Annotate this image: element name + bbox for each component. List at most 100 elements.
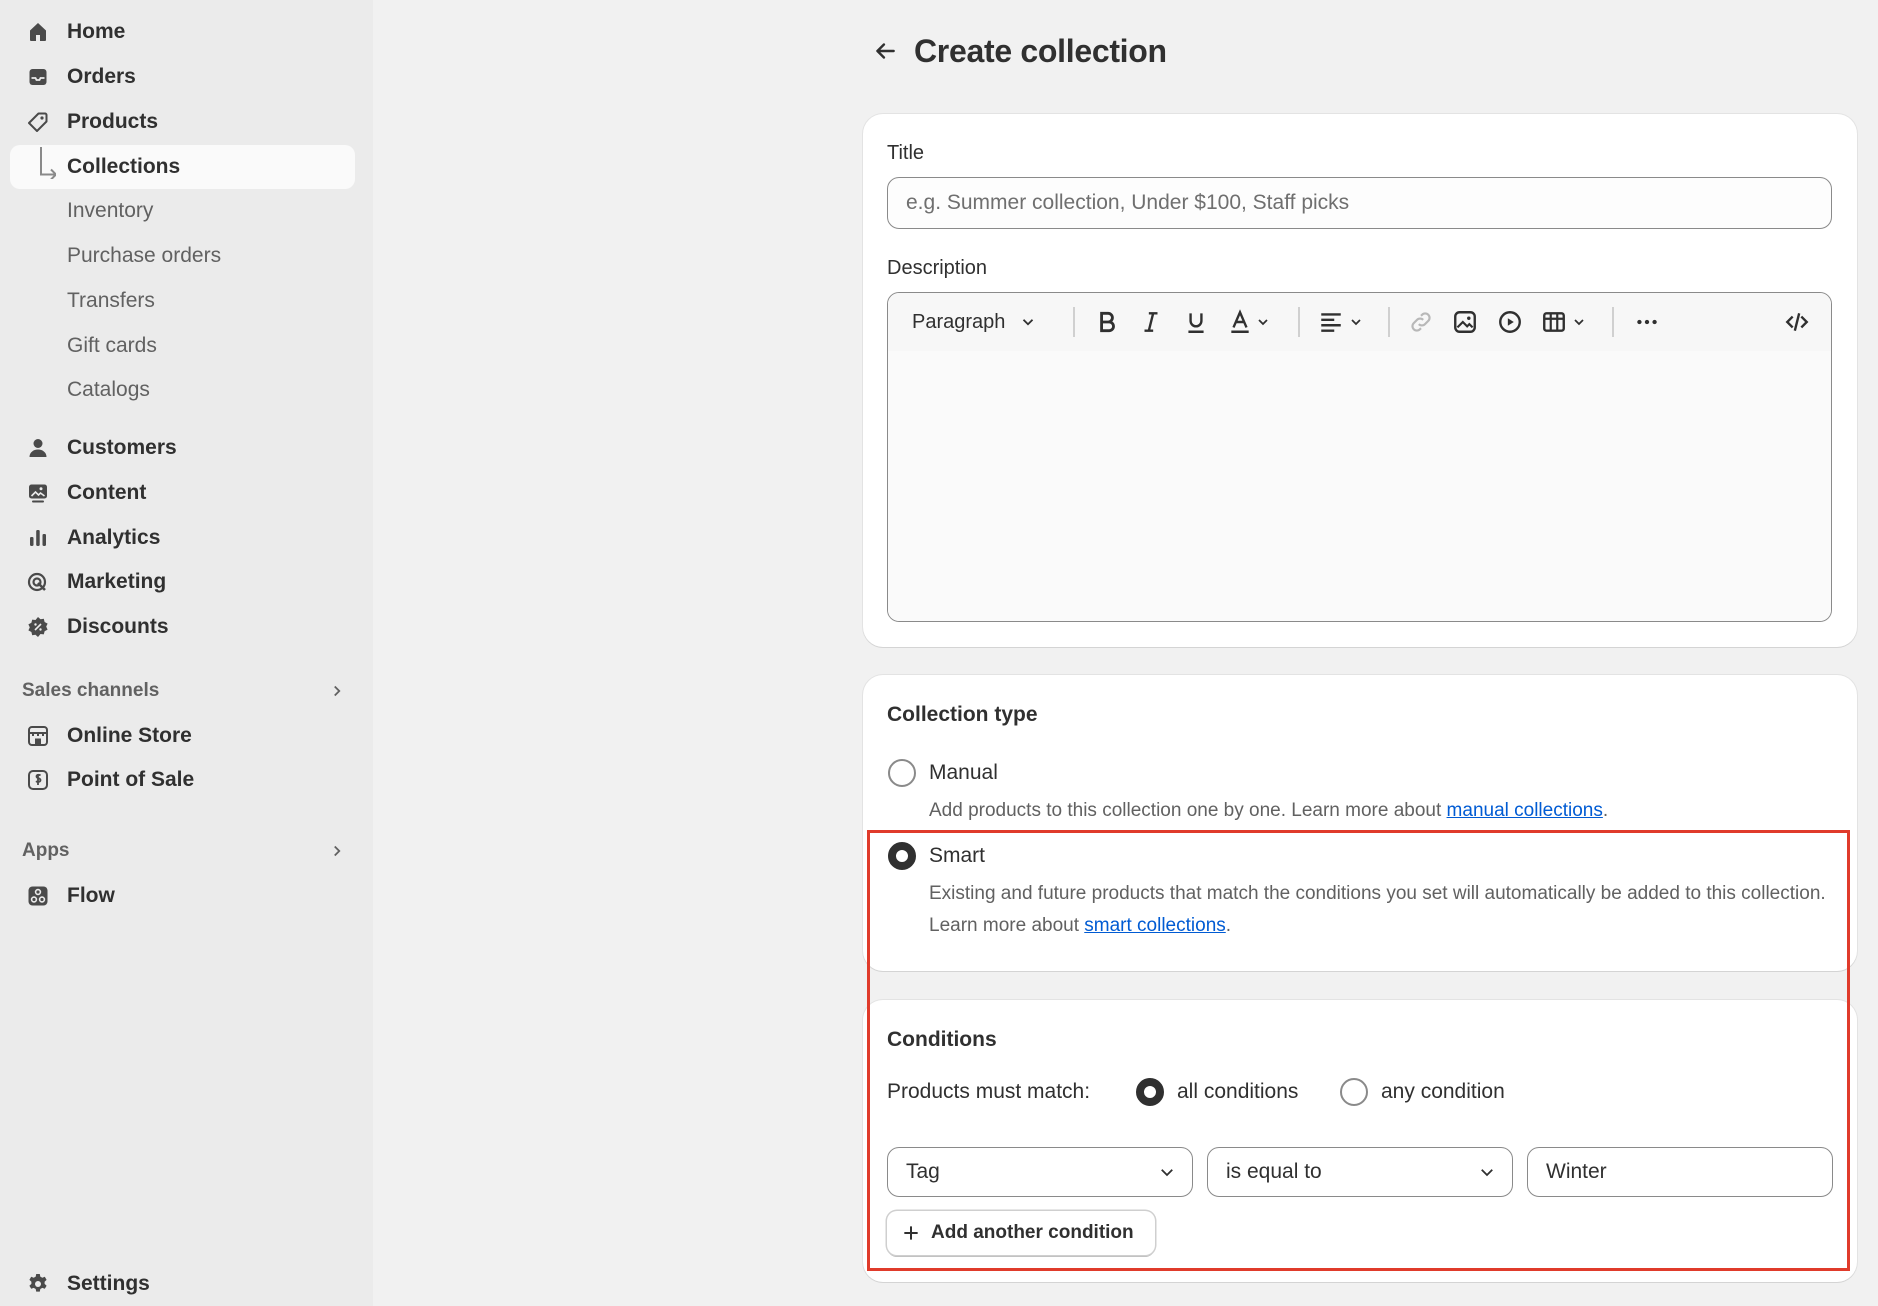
chevron-down-icon bbox=[1161, 1169, 1173, 1177]
sidebar-item-settings[interactable]: Settings bbox=[10, 1262, 355, 1306]
sidebar-item-analytics[interactable]: Analytics bbox=[10, 516, 355, 560]
underline-icon bbox=[1188, 313, 1204, 333]
smart-help-copy: Existing and future products that match … bbox=[929, 883, 1826, 936]
sidebar-item-label: Transfers bbox=[67, 289, 155, 312]
flow-icon bbox=[28, 886, 48, 906]
sidebar-item-label: Inventory bbox=[67, 199, 154, 222]
show-html-button[interactable] bbox=[1783, 307, 1811, 337]
sub-arrow-icon bbox=[40, 147, 56, 179]
sidebar-item-discounts[interactable]: Discounts bbox=[10, 605, 355, 649]
manual-radio[interactable] bbox=[888, 759, 916, 787]
sidebar-item-label: Content bbox=[67, 481, 147, 504]
condition-value-text: Winter bbox=[1546, 1160, 1607, 1183]
more-options-button[interactable] bbox=[1633, 307, 1661, 337]
sidebar-item-label: Discounts bbox=[67, 615, 169, 638]
manual-help-text: Add products to this collection one by o… bbox=[929, 800, 1609, 821]
sidebar-item-label: Home bbox=[67, 20, 126, 43]
sidebar-item-products[interactable]: Products bbox=[10, 100, 355, 144]
align-button[interactable] bbox=[1318, 307, 1364, 337]
bold-button[interactable] bbox=[1094, 307, 1120, 337]
pos-icon bbox=[28, 770, 48, 790]
sidebar-item-transfers[interactable]: Transfers bbox=[10, 279, 355, 323]
text-color-button[interactable] bbox=[1227, 307, 1271, 337]
add-condition-button[interactable]: Add another condition bbox=[887, 1211, 1155, 1255]
toolbar-divider bbox=[1388, 307, 1390, 337]
sidebar-item-collections[interactable]: Collections bbox=[10, 145, 355, 189]
sidebar-item-inventory[interactable]: Inventory bbox=[10, 189, 355, 233]
conditions-title: Conditions bbox=[887, 1028, 997, 1051]
sidebar-item-label: Orders bbox=[67, 65, 136, 88]
back-button[interactable] bbox=[868, 34, 902, 68]
toolbar-divider bbox=[1298, 307, 1300, 337]
title-placeholder: e.g. Summer collection, Under $100, Staf… bbox=[906, 191, 1350, 214]
condition-operator-select[interactable]: is equal to bbox=[1207, 1147, 1513, 1197]
smart-radio[interactable] bbox=[888, 842, 916, 870]
sidebar-item-purchase-orders[interactable]: Purchase orders bbox=[10, 234, 355, 278]
sidebar-item-point-of-sale[interactable]: Point of Sale bbox=[10, 758, 355, 802]
sidebar-item-flow[interactable]: Flow bbox=[10, 874, 355, 918]
arrow-left-icon bbox=[876, 43, 895, 59]
sidebar-item-content[interactable]: Content bbox=[10, 471, 355, 515]
condition-value-input[interactable]: Winter bbox=[1527, 1147, 1833, 1197]
sidebar-item-label: Products bbox=[67, 110, 159, 133]
title-input[interactable]: e.g. Summer collection, Under $100, Staf… bbox=[887, 177, 1832, 229]
any-condition-label: any condition bbox=[1381, 1080, 1505, 1103]
sidebar-item-customers[interactable]: Customers bbox=[10, 426, 355, 470]
chevron-down-icon bbox=[1481, 1169, 1493, 1177]
description-editor: Paragraph bbox=[887, 292, 1832, 622]
sidebar-item-orders[interactable]: Orders bbox=[10, 55, 355, 99]
condition-operator-value: is equal to bbox=[1226, 1160, 1322, 1183]
manual-collections-link[interactable]: manual collections bbox=[1447, 800, 1603, 821]
bar-chart-icon bbox=[30, 530, 46, 546]
details-card: Title e.g. Summer collection, Under $100… bbox=[863, 114, 1857, 647]
text-color-icon bbox=[1231, 309, 1249, 333]
chevron-down-icon bbox=[1258, 319, 1268, 326]
apps-header[interactable]: Apps bbox=[22, 836, 352, 866]
code-icon bbox=[1785, 313, 1809, 331]
page-header: Create collection bbox=[868, 28, 1167, 74]
sidebar-item-label: Marketing bbox=[67, 570, 167, 593]
sidebar-item-label: Flow bbox=[67, 884, 115, 907]
align-left-icon bbox=[1321, 313, 1341, 332]
sidebar-item-label: Customers bbox=[67, 436, 177, 459]
orders-inbox-icon bbox=[29, 69, 47, 85]
add-condition-label: Add another condition bbox=[931, 1222, 1134, 1243]
smart-radio-label: Smart bbox=[929, 844, 986, 867]
all-conditions-radio[interactable] bbox=[1136, 1078, 1164, 1106]
chevron-down-icon bbox=[1574, 319, 1584, 326]
condition-field-select[interactable]: Tag bbox=[887, 1147, 1193, 1197]
sidebar-item-online-store[interactable]: Online Store bbox=[10, 714, 355, 758]
sales-channels-header[interactable]: Sales channels bbox=[22, 676, 352, 706]
sidebar-item-label: Settings bbox=[67, 1272, 150, 1295]
collection-type-title: Collection type bbox=[887, 703, 1038, 726]
ellipsis-icon bbox=[1637, 319, 1657, 325]
chevron-down-icon bbox=[1351, 319, 1361, 326]
description-body[interactable] bbox=[888, 351, 1831, 621]
conditions-card: Conditions Products must match: all cond… bbox=[863, 1000, 1857, 1282]
store-icon bbox=[28, 726, 48, 746]
section-title: Apps bbox=[22, 840, 70, 861]
italic-icon bbox=[1144, 312, 1158, 332]
image-icon bbox=[1454, 311, 1476, 333]
sidebar: Home Orders Products Collections Invento… bbox=[0, 0, 373, 1306]
title-label: Title bbox=[887, 142, 925, 164]
manual-help-copy: Add products to this collection one by o… bbox=[929, 800, 1447, 821]
sidebar-item-marketing[interactable]: Marketing bbox=[10, 560, 355, 604]
home-icon bbox=[30, 23, 46, 41]
insert-table-button[interactable] bbox=[1541, 307, 1587, 337]
sidebar-item-gift-cards[interactable]: Gift cards bbox=[10, 324, 355, 368]
sidebar-item-catalogs[interactable]: Catalogs bbox=[10, 368, 355, 412]
insert-video-button[interactable] bbox=[1497, 307, 1523, 337]
any-condition-radio[interactable] bbox=[1340, 1078, 1368, 1106]
underline-button[interactable] bbox=[1183, 307, 1209, 337]
section-title: Sales channels bbox=[22, 680, 160, 701]
sidebar-item-label: Analytics bbox=[67, 526, 161, 549]
italic-button[interactable] bbox=[1138, 307, 1164, 337]
insert-image-button[interactable] bbox=[1452, 307, 1478, 337]
sidebar-item-home[interactable]: Home bbox=[10, 10, 355, 54]
paragraph-format-dropdown[interactable]: Paragraph bbox=[912, 307, 1037, 337]
smart-collections-link[interactable]: smart collections bbox=[1084, 915, 1226, 936]
sidebar-item-label: Collections bbox=[67, 155, 181, 178]
link-button[interactable] bbox=[1408, 307, 1434, 337]
person-icon bbox=[29, 439, 47, 457]
